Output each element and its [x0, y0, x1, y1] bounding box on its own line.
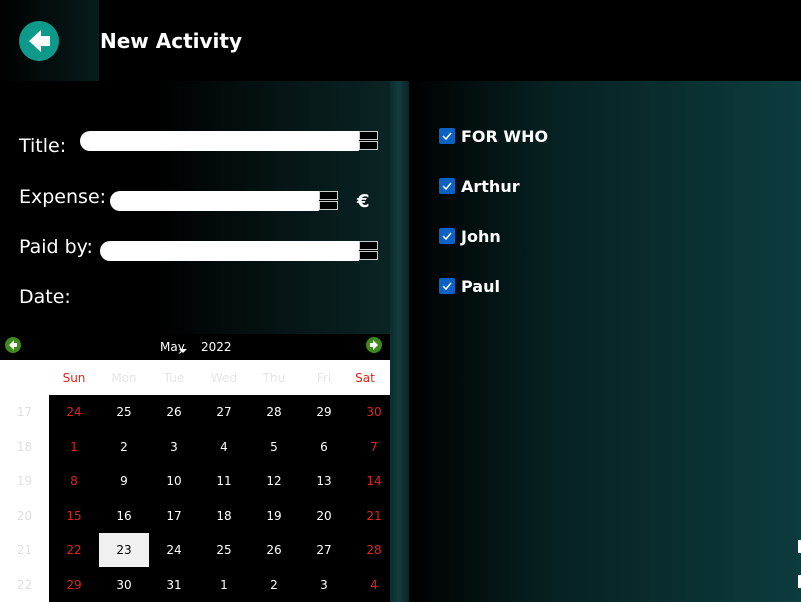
- calendar-day[interactable]: 24: [149, 533, 199, 567]
- participant-checkbox-john[interactable]: [439, 228, 455, 244]
- weekday-tue: Tue: [163, 371, 185, 385]
- calendar-day[interactable]: 4: [199, 430, 249, 464]
- currency-symbol: €: [357, 191, 370, 212]
- calendar-nav: [0, 334, 390, 360]
- paid-by-spinner[interactable]: [359, 241, 378, 260]
- calendar-day[interactable]: 25: [99, 395, 149, 429]
- calendar-day[interactable]: 26: [149, 395, 199, 429]
- weekday-mon: Mon: [111, 371, 137, 385]
- calendar-day[interactable]: 15: [49, 499, 99, 533]
- week-number: 19: [16, 474, 33, 488]
- calendar-day[interactable]: 2: [249, 568, 299, 602]
- calendar-day[interactable]: 3: [149, 430, 199, 464]
- paid-by-input[interactable]: [100, 241, 359, 261]
- arrow-left-icon: [9, 340, 17, 350]
- calendar-day[interactable]: 11: [199, 464, 249, 498]
- weekday-wed: Wed: [210, 371, 238, 385]
- title-spinner[interactable]: [359, 131, 378, 150]
- calendar-day[interactable]: 20: [299, 499, 349, 533]
- calendar-day[interactable]: 22: [49, 533, 99, 567]
- date-label: Date:: [19, 286, 71, 308]
- check-icon: [442, 182, 452, 191]
- expense-label: Expense:: [19, 186, 107, 208]
- calendar-day[interactable]: 29: [299, 395, 349, 429]
- weekday-sun: Sun: [62, 371, 86, 385]
- calendar-day[interactable]: 1: [199, 568, 249, 602]
- expense-input[interactable]: [110, 191, 319, 211]
- weekday-thu: Thu: [262, 371, 286, 385]
- for-who-label: FOR WHO: [461, 127, 549, 146]
- week-number: 22: [16, 577, 33, 592]
- panel-divider[interactable]: [390, 81, 409, 602]
- calendar-day[interactable]: 10: [149, 464, 199, 498]
- calendar-day[interactable]: 23: [99, 533, 149, 567]
- check-icon: [442, 282, 452, 291]
- calendar-day[interactable]: 19: [249, 499, 299, 533]
- calendar-day[interactable]: 24: [49, 395, 99, 429]
- calendar-day[interactable]: 18: [199, 499, 249, 533]
- check-icon: [442, 232, 452, 241]
- calendar-day[interactable]: 29: [49, 568, 99, 602]
- calendar-grid: 24 25 26 27 28 29 30 1 2 3 4 5 6 7 8 9 10 11 12 13 14 15 16 17 1…: [49, 395, 390, 602]
- calendar-day[interactable]: 9: [99, 464, 149, 498]
- chevron-down-icon: [179, 349, 187, 353]
- calendar-day[interactable]: 8: [49, 464, 99, 498]
- paid-by-label: Paid by:: [19, 236, 93, 258]
- calendar-day[interactable]: 17: [149, 499, 199, 533]
- participant-label-john: John: [461, 227, 501, 246]
- calendar-day[interactable]: 28: [249, 395, 299, 429]
- calendar-day[interactable]: 3: [299, 568, 349, 602]
- participant-checkbox-arthur[interactable]: [439, 178, 455, 194]
- calendar-day[interactable]: 5: [249, 430, 299, 464]
- week-number: 17: [16, 405, 33, 419]
- calendar-day[interactable]: 25: [199, 533, 249, 567]
- participants-panel: [409, 81, 801, 602]
- expense-spinner[interactable]: [319, 191, 338, 210]
- calendar-day[interactable]: 12: [249, 464, 299, 498]
- week-number: 21: [16, 543, 33, 557]
- calendar-day[interactable]: 30: [99, 568, 149, 602]
- week-number: 18: [16, 439, 33, 454]
- calendar-day[interactable]: 13: [299, 464, 349, 498]
- page-title: New Activity: [100, 29, 242, 53]
- title-input[interactable]: [80, 131, 359, 151]
- calendar-day[interactable]: 27: [299, 533, 349, 567]
- calendar-day[interactable]: 16: [99, 499, 149, 533]
- participant-label-arthur: Arthur: [461, 177, 520, 196]
- title-label: Title:: [19, 135, 67, 157]
- calendar-next-button[interactable]: [366, 337, 382, 353]
- check-icon: [442, 132, 452, 141]
- back-button[interactable]: [19, 21, 59, 61]
- year-label[interactable]: 2022: [201, 340, 232, 354]
- week-number-column: 17 18 19 20 21 22: [0, 395, 49, 602]
- calendar-day[interactable]: 1: [49, 430, 99, 464]
- calendar-day[interactable]: 26: [249, 533, 299, 567]
- for-who-checkbox[interactable]: [439, 128, 455, 144]
- arrow-left-circle-icon: [29, 30, 50, 52]
- participant-checkbox-paul[interactable]: [439, 278, 455, 294]
- calendar-weekday-header: Sun Mon Tue Wed Thu Fri Sat: [0, 360, 390, 395]
- calendar-prev-button[interactable]: [5, 337, 21, 353]
- weekday-sat: Sat: [355, 371, 375, 385]
- calendar-day[interactable]: 2: [99, 430, 149, 464]
- calendar-day[interactable]: 31: [149, 568, 199, 602]
- arrow-right-icon: [370, 340, 378, 350]
- week-number: 20: [16, 508, 33, 523]
- calendar-day[interactable]: 27: [199, 395, 249, 429]
- participant-label-paul: Paul: [461, 277, 500, 296]
- calendar-day[interactable]: 6: [299, 430, 349, 464]
